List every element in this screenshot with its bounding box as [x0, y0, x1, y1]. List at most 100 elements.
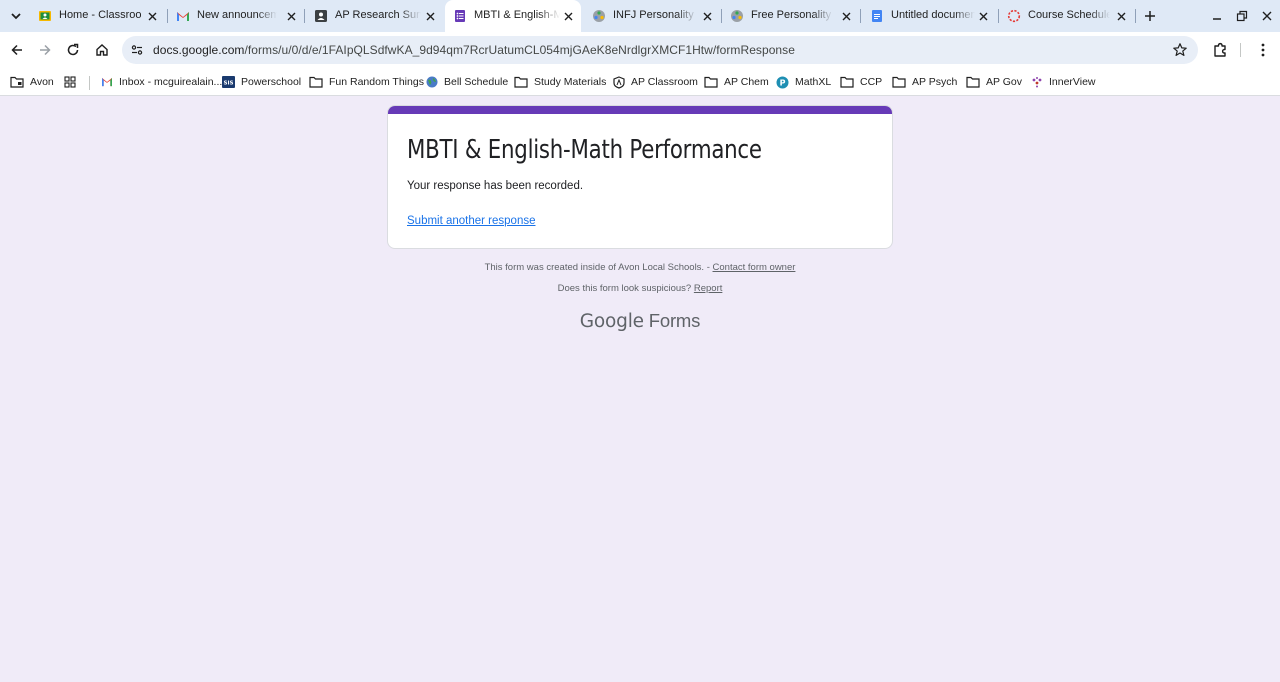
tab-separator [860, 9, 861, 23]
close-tab-icon[interactable] [700, 9, 714, 23]
brand-forms: Forms [643, 310, 701, 331]
reload-icon [67, 43, 79, 56]
address-bar[interactable]: docs.google.com/forms/u/0/d/e/1FAIpQLSdf… [122, 36, 1198, 64]
home-button[interactable] [92, 40, 112, 60]
tab-home-classroom[interactable]: Home - Classroom [30, 0, 164, 32]
close-tab-icon[interactable] [561, 9, 575, 23]
tab-title: MBTI & English-Math [474, 9, 560, 21]
svg-text:SIS: SIS [224, 81, 234, 87]
personality-test-icon [593, 10, 605, 22]
tab-untitled-document[interactable]: Untitled document [862, 0, 998, 32]
back-arrow-icon [11, 44, 22, 56]
created-text: This form was created inside of Avon Loc… [484, 262, 713, 273]
close-tab-icon[interactable] [145, 9, 159, 23]
bookmark-study-materials[interactable]: Study Materials [514, 72, 606, 92]
tab-title: Free Personality Te [751, 9, 833, 21]
bookmark-ccp[interactable]: CCP [840, 72, 882, 92]
personality-test-icon [731, 10, 743, 22]
classroom-icon [39, 11, 51, 21]
tab-strip: Home - Classroom New announcement AP Res… [0, 0, 1280, 32]
bookmark-label: AP Chem [724, 76, 769, 88]
close-tab-icon[interactable] [423, 9, 437, 23]
tab-ap-research-survey[interactable]: AP Research Survey [306, 0, 443, 32]
restore-button[interactable] [1232, 6, 1252, 26]
bookmarks-separator [89, 76, 90, 90]
close-icon [1262, 11, 1272, 21]
globe-icon [426, 76, 438, 88]
tab-separator [304, 9, 305, 23]
bookmarks-bar: Avon Inbox - mcguirealain... SIS Powersc… [0, 68, 1280, 96]
bookmark-apps[interactable] [64, 72, 76, 92]
bookmark-label: Inbox - mcguirealain... [119, 76, 223, 88]
bookmark-mathxl[interactable]: P MathXL [776, 72, 831, 92]
folder-icon [514, 76, 528, 88]
folder-managed-icon [10, 76, 24, 88]
bookmark-fun-random-things[interactable]: Fun Random Things [309, 72, 424, 92]
bookmark-star-icon[interactable] [1172, 42, 1188, 58]
forward-arrow-icon [40, 44, 51, 56]
reload-button[interactable] [63, 40, 83, 60]
close-tab-icon[interactable] [1114, 9, 1128, 23]
close-tab-icon[interactable] [976, 9, 990, 23]
form-title: MBTI & English-Math Performance [407, 135, 762, 165]
bookmark-label: Study Materials [534, 76, 607, 88]
folder-icon [966, 76, 980, 88]
tab-infj-personality[interactable]: INFJ Personality (A [584, 0, 720, 32]
report-link[interactable]: Report [694, 283, 723, 294]
tab-new-announcement[interactable]: New announcement [168, 0, 304, 32]
submit-another-response-link[interactable]: Submit another response [407, 215, 536, 227]
tab-course-schedule[interactable]: Course Schedule: [999, 0, 1134, 32]
bookmark-ap-chem[interactable]: AP Chem [704, 72, 769, 92]
new-tab-button[interactable] [1142, 8, 1158, 24]
bookmark-innerview[interactable]: InnerView [1031, 72, 1096, 92]
chevron-down-icon [11, 13, 21, 20]
bookmark-ap-psych[interactable]: AP Psych [892, 72, 957, 92]
tab-title: INFJ Personality (A [613, 9, 697, 21]
tab-title: Course Schedule: [1028, 9, 1110, 21]
tab-free-personality-test[interactable]: Free Personality Te [722, 0, 859, 32]
extensions-puzzle-icon[interactable] [1211, 40, 1231, 60]
tab-title: Untitled document [891, 9, 975, 21]
bookmark-label: Bell Schedule [444, 76, 509, 88]
back-button[interactable] [7, 40, 27, 60]
bookmark-ap-classroom[interactable]: AP Classroom [613, 72, 698, 92]
brand-google: Google [579, 311, 644, 332]
folder-icon [309, 76, 323, 88]
close-tab-icon[interactable] [284, 9, 298, 23]
bookmark-ap-gov[interactable]: AP Gov [966, 72, 1022, 92]
bookmark-bell-schedule[interactable]: Bell Schedule [426, 72, 508, 92]
contact-form-owner-link[interactable]: Contact form owner [713, 262, 796, 273]
toolbar-divider [1240, 43, 1241, 57]
google-forms-logo[interactable]: Google Forms [0, 310, 1280, 333]
bookmark-label: MathXL [795, 76, 832, 88]
bookmark-label: Avon [30, 76, 54, 88]
bookmark-avon[interactable]: Avon [10, 72, 54, 92]
bookmark-inbox[interactable]: Inbox - mcguirealain... [101, 72, 222, 92]
google-docs-icon [872, 10, 882, 22]
powerschool-icon: SIS [222, 76, 235, 88]
bookmark-powerschool[interactable]: SIS Powerschool [222, 72, 301, 92]
tab-title: AP Research Survey [335, 9, 421, 21]
tab-search-button[interactable] [6, 6, 26, 26]
close-tab-icon[interactable] [839, 9, 853, 23]
forward-button[interactable] [35, 40, 55, 60]
bookmark-label: Fun Random Things [329, 76, 424, 88]
browser-toolbar: docs.google.com/forms/u/0/d/e/1FAIpQLSdf… [0, 32, 1280, 68]
bookmark-label: InnerView [1049, 76, 1096, 88]
url-text[interactable]: docs.google.com/forms/u/0/d/e/1FAIpQLSdf… [153, 43, 795, 57]
url-path: /forms/u/0/d/e/1FAIpQLSdfwKA_9d94qm7RcrU… [244, 43, 795, 57]
form-origin-notice: This form was created inside of Avon Loc… [0, 262, 1280, 273]
bookmark-label: AP Classroom [631, 76, 698, 88]
site-info-icon[interactable] [130, 43, 144, 57]
google-forms-icon [455, 10, 465, 22]
gmail-icon [102, 77, 112, 87]
mathxl-icon: P [776, 76, 789, 88]
minimize-button[interactable] [1207, 6, 1227, 26]
tab-separator [1135, 9, 1136, 23]
confirmation-message: Your response has been recorded. [407, 180, 584, 192]
kebab-menu-icon[interactable] [1253, 40, 1273, 60]
gmail-icon [177, 12, 189, 21]
innerview-icon [1032, 77, 1042, 88]
close-window-button[interactable] [1257, 6, 1277, 26]
tab-mbti-form[interactable]: MBTI & English-Math [445, 0, 581, 32]
